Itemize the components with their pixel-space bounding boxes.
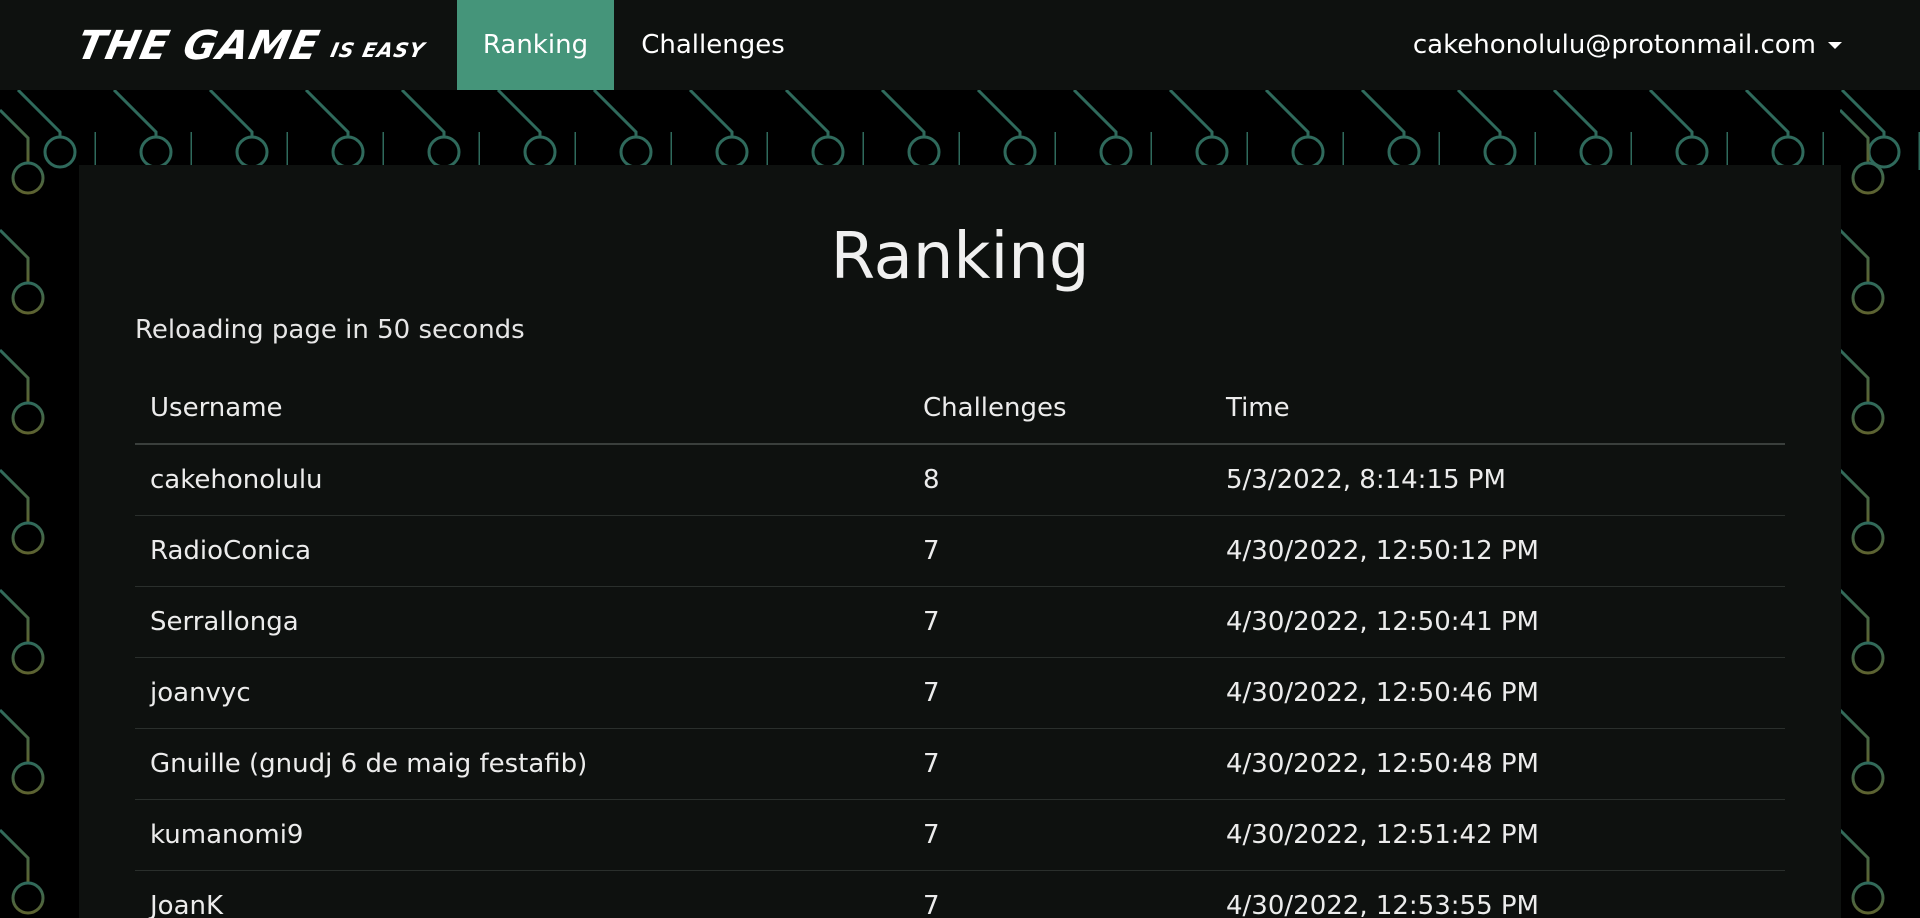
- cell-time: 4/30/2022, 12:53:55 PM: [1211, 870, 1785, 918]
- nav-tab-challenges[interactable]: Challenges: [628, 0, 798, 90]
- cell-username: RadioConica: [135, 515, 908, 587]
- column-header-time: Time: [1211, 373, 1785, 445]
- cell-challenges: 7: [908, 515, 1211, 587]
- cell-challenges: 7: [908, 870, 1211, 918]
- nav-tab-ranking[interactable]: Ranking: [457, 0, 614, 90]
- column-header-username: Username: [135, 373, 908, 445]
- caret-down-icon: [1828, 41, 1842, 49]
- cell-username: Gnuille (gnudj 6 de maig festafib): [135, 728, 908, 800]
- cell-challenges: 7: [908, 799, 1211, 871]
- cell-time: 4/30/2022, 12:50:41 PM: [1211, 586, 1785, 658]
- table-row: RadioConica 7 4/30/2022, 12:50:12 PM: [135, 515, 1785, 587]
- page-title: Ranking: [830, 220, 1090, 294]
- table-row: Gnuille (gnudj 6 de maig festafib) 7 4/3…: [135, 728, 1785, 800]
- user-email: cakehonolulu@protonmail.com: [1412, 30, 1816, 60]
- cell-username: Serrallonga: [135, 586, 908, 658]
- cell-username: cakehonolulu: [135, 444, 908, 516]
- cell-time: 4/30/2022, 12:51:42 PM: [1211, 799, 1785, 871]
- cell-challenges: 7: [908, 728, 1211, 800]
- table-row: Serrallonga 7 4/30/2022, 12:50:41 PM: [135, 586, 1785, 658]
- column-header-challenges: Challenges: [908, 373, 1211, 445]
- table-row: joanvyc 7 4/30/2022, 12:50:46 PM: [135, 657, 1785, 729]
- cell-username: joanvyc: [135, 657, 908, 729]
- cell-time: 5/3/2022, 8:14:15 PM: [1211, 444, 1785, 516]
- user-menu-dropdown[interactable]: cakehonolulu@protonmail.com: [1413, 0, 1842, 90]
- table-row: cakehonolulu 8 5/3/2022, 8:14:15 PM: [135, 444, 1785, 516]
- cell-time: 4/30/2022, 12:50:48 PM: [1211, 728, 1785, 800]
- cell-time: 4/30/2022, 12:50:46 PM: [1211, 657, 1785, 729]
- top-navbar: THE GAME IS EASY Ranking Challenges cake…: [0, 0, 1920, 90]
- brand-logo[interactable]: THE GAME IS EASY: [73, 18, 428, 69]
- brand-subtitle: IS EASY: [328, 38, 428, 62]
- cell-username: kumanomi9: [135, 799, 908, 871]
- ranking-panel: Ranking Reloading page in 50 seconds Use…: [79, 165, 1841, 918]
- reload-countdown: Reloading page in 50 seconds: [135, 315, 525, 345]
- table-row: JoanK 7 4/30/2022, 12:53:55 PM: [135, 870, 1785, 918]
- table-header-row: Username Challenges Time: [135, 373, 1785, 445]
- cell-time: 4/30/2022, 12:50:12 PM: [1211, 515, 1785, 587]
- table-row: kumanomi9 7 4/30/2022, 12:51:42 PM: [135, 799, 1785, 871]
- cell-challenges: 8: [908, 444, 1211, 516]
- ranking-table: Username Challenges Time cakehonolulu 8 …: [135, 373, 1785, 918]
- brand-title: THE GAME: [73, 23, 324, 69]
- cell-challenges: 7: [908, 657, 1211, 729]
- cell-username: JoanK: [135, 870, 908, 918]
- cell-challenges: 7: [908, 586, 1211, 658]
